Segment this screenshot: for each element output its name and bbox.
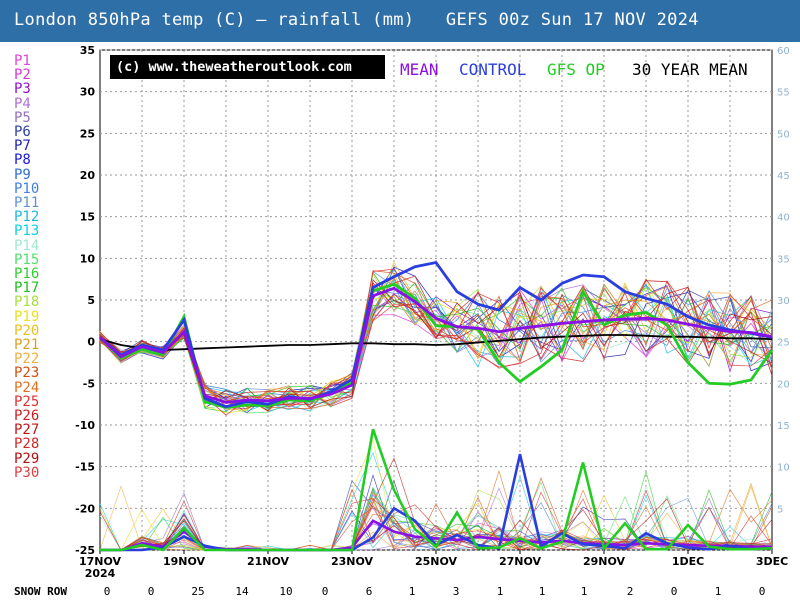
y-tick-label: -20	[75, 502, 95, 515]
y2-tick-label: 40	[777, 213, 790, 224]
snow-row-value: 1	[714, 585, 722, 598]
member-label: P10	[14, 180, 40, 197]
member-label: P20	[14, 322, 40, 339]
y2-tick-label: 15	[777, 421, 790, 432]
y-tick-label: 5	[87, 294, 95, 307]
member-label: P13	[14, 223, 40, 240]
member-label: P30	[14, 464, 40, 481]
y-tick-label: -5	[83, 377, 95, 390]
x-tick-sublabel: 2024	[85, 567, 116, 580]
member-label: P23	[14, 365, 40, 382]
y2-tick-label: 50	[777, 129, 790, 140]
member-label: P29	[14, 450, 40, 467]
legend-mean: MEAN	[400, 60, 439, 79]
y2-tick-label: 35	[777, 254, 790, 265]
x-tick-label: 19NOV	[163, 555, 206, 568]
snow-row-value: 1	[408, 585, 416, 598]
x-tick-label: 27NOV	[499, 555, 542, 568]
member-label: P24	[14, 379, 40, 396]
snow-row-value: 0	[103, 585, 111, 598]
member-label: P18	[14, 294, 40, 311]
snow-row-value: 14	[235, 585, 249, 598]
x-tick-label: 25NOV	[415, 555, 458, 568]
credit-label: (c) www.theweatheroutlook.com	[110, 55, 385, 79]
legend-control: CONTROL	[459, 60, 527, 79]
y-tick-label: -10	[75, 419, 95, 432]
y2-tick-label: 25	[777, 338, 790, 349]
y-tick-label: 30	[80, 86, 96, 99]
legend-30-year-mean: 30 YEAR MEAN	[632, 60, 748, 79]
y2-tick-label: 45	[777, 171, 790, 182]
snow-row-value: 0	[670, 585, 678, 598]
member-label: P27	[14, 422, 40, 439]
x-tick-label: 1DEC	[672, 555, 704, 568]
snow-row-value: 2	[626, 585, 634, 598]
member-label: P26	[14, 408, 40, 424]
y-tick-label: -15	[75, 461, 95, 474]
snow-row-value: 1	[496, 585, 504, 598]
snow-row-value: 1	[538, 585, 546, 598]
snow-row-value: 0	[147, 585, 155, 598]
member-label: P5	[14, 109, 31, 126]
member-label: P9	[14, 166, 31, 183]
snow-row-value: 0	[321, 585, 329, 598]
y-tick-label: 25	[80, 127, 95, 140]
snow-row-label: SNOW ROW	[14, 585, 67, 598]
member-label: P14	[14, 237, 40, 254]
member-label: P17	[14, 280, 40, 297]
member-label: P19	[14, 308, 40, 325]
y2-tick-label: 5	[777, 504, 783, 515]
member-label: P22	[14, 351, 40, 368]
y-tick-label: 15	[80, 211, 95, 224]
member-label: P11	[14, 195, 40, 211]
y2-tick-label: 55	[777, 88, 790, 99]
legend-gfs-op: GFS OP	[547, 60, 605, 79]
member-label: P7	[14, 138, 31, 155]
x-tick-label: 23NOV	[331, 555, 374, 568]
member-label: P2	[14, 67, 31, 84]
member-label: P8	[14, 152, 31, 169]
snow-row-value: 3	[452, 585, 460, 598]
member-label: P12	[14, 209, 40, 226]
member-label: P3	[14, 81, 31, 98]
member-label: P4	[14, 95, 31, 112]
y-tick-label: 10	[80, 252, 96, 265]
y2-tick-label: 20	[777, 379, 790, 390]
snow-row-value: 10	[279, 585, 293, 598]
meteogram-chart: 35302520151050-5-10-15-20-25605550454035…	[75, 44, 790, 580]
member-label: P16	[14, 266, 40, 282]
x-tick-label: 3DEC	[756, 555, 788, 568]
y2-tick-label: 10	[777, 463, 790, 474]
x-tick-label: 29NOV	[583, 555, 626, 568]
member-label: P6	[14, 124, 31, 140]
member-label: P15	[14, 251, 40, 268]
snow-row-value: 0	[758, 585, 766, 598]
snow-row-value: 1	[580, 585, 588, 598]
y-tick-label: 35	[80, 44, 95, 57]
y-tick-label: 20	[80, 169, 96, 182]
snow-row-value: 25	[191, 585, 205, 598]
y2-tick-label: 30	[777, 296, 790, 307]
snow-row-value: 6	[365, 585, 373, 598]
y-tick-label: 0	[87, 336, 95, 349]
member-label: P28	[14, 436, 40, 453]
y2-tick-label: 60	[777, 46, 790, 57]
x-tick-label: 21NOV	[247, 555, 290, 568]
member-label: P25	[14, 393, 40, 410]
member-label: P21	[14, 337, 40, 353]
member-label: P1	[14, 53, 31, 69]
